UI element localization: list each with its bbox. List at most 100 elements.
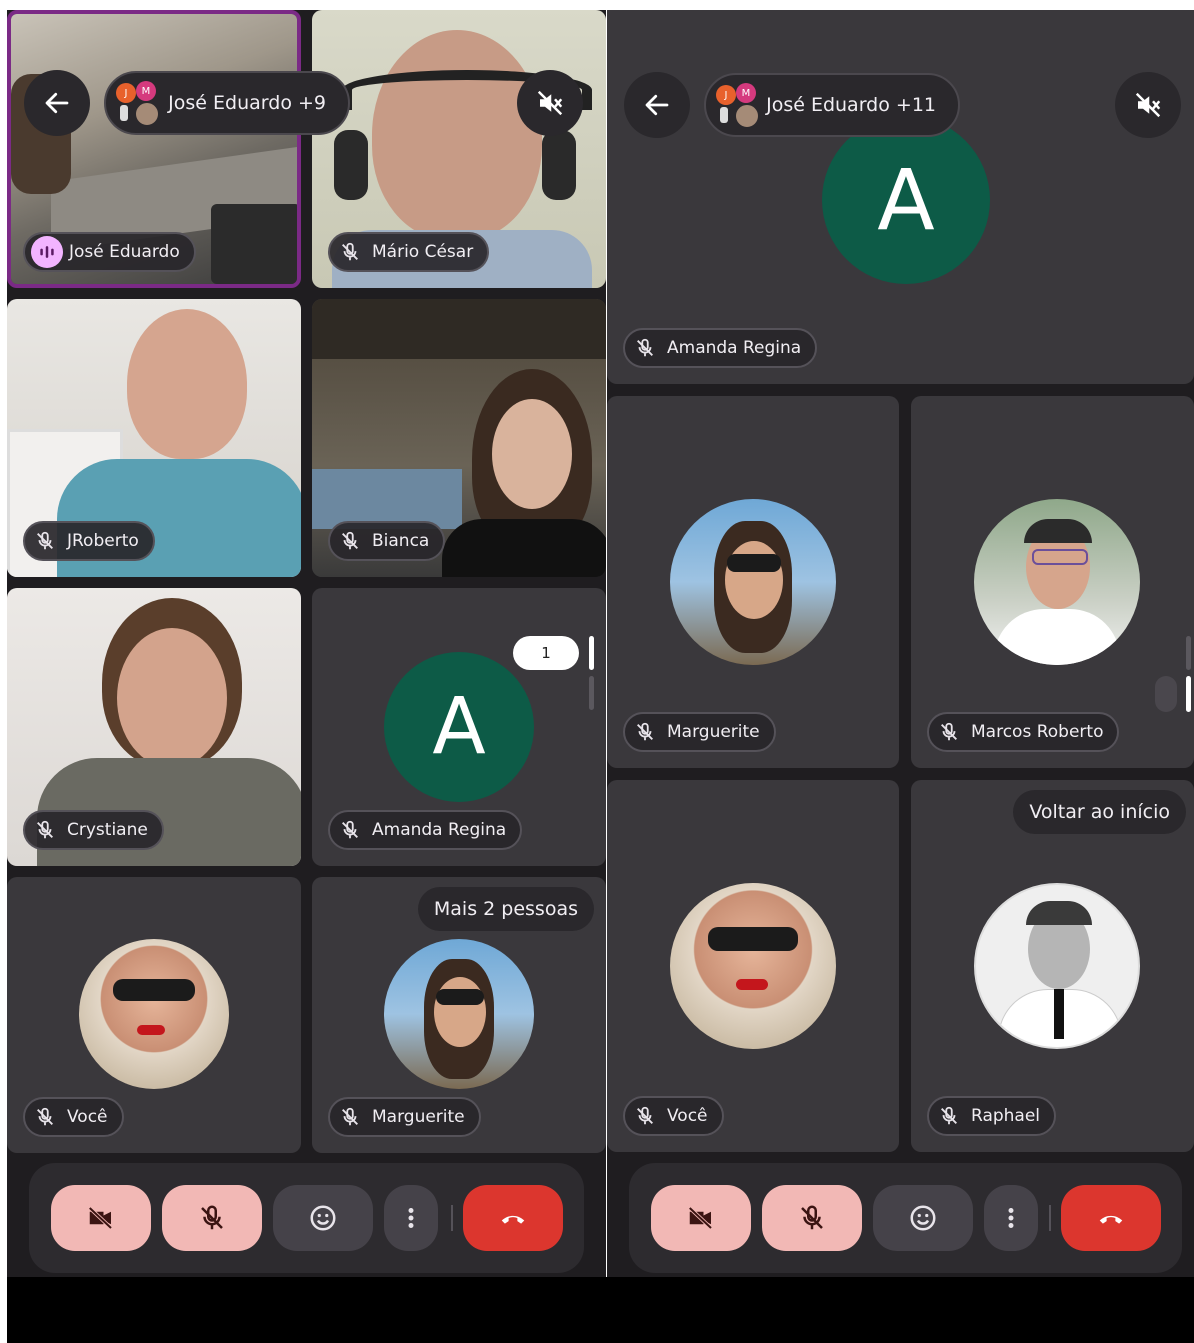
participant-tile-marguerite[interactable]: Mais 2 pessoas Marguerite — [312, 877, 606, 1153]
mini-avatar-photo — [720, 107, 728, 123]
mic-off-icon — [935, 1102, 963, 1130]
mic-off-icon — [935, 718, 963, 746]
participant-name-chip: Crystiane — [23, 810, 164, 850]
participants-pill[interactable]: J M José Eduardo +9 — [104, 71, 350, 135]
mini-avatar: M — [136, 81, 156, 101]
participant-tile-jroberto[interactable]: JRoberto — [7, 299, 301, 577]
letter-avatar: A — [384, 652, 534, 802]
camera-toggle-button[interactable] — [51, 1185, 151, 1251]
controls-divider — [1049, 1205, 1051, 1231]
participant-name-chip: Marcos Roberto — [927, 712, 1120, 752]
participant-name: José Eduardo — [69, 242, 180, 262]
participant-photo — [384, 939, 534, 1089]
participant-tile-voce[interactable]: Você — [607, 780, 899, 1152]
participant-name-chip: José Eduardo — [23, 232, 196, 272]
mic-toggle-button[interactable] — [762, 1185, 862, 1251]
participant-name-chip: Marguerite — [623, 712, 776, 752]
mic-off-icon — [631, 334, 659, 362]
back-button[interactable] — [624, 72, 690, 138]
participant-name-chip: Amanda Regina — [328, 810, 523, 850]
mic-off-icon — [336, 238, 364, 266]
scroll-track — [589, 676, 594, 710]
mic-toggle-button[interactable] — [162, 1185, 262, 1251]
more-options-button[interactable] — [984, 1185, 1038, 1251]
participant-name-chip: Raphael — [927, 1096, 1057, 1136]
participant-tile-voce[interactable]: Você — [7, 877, 301, 1153]
camera-toggle-button[interactable] — [651, 1185, 751, 1251]
camera-off-icon — [88, 1206, 113, 1230]
speaker-muted-button[interactable] — [517, 70, 583, 136]
participant-tile-jose-eduardo[interactable]: José Eduardo — [7, 10, 301, 288]
participant-tile-crystiane[interactable]: Crystiane — [7, 588, 301, 866]
participant-name: Bianca — [372, 531, 430, 551]
participants-pill-label: José Eduardo +9 — [168, 92, 326, 114]
unread-count-badge: 1 — [513, 636, 579, 670]
call-controls-bar — [629, 1163, 1182, 1273]
participant-name-chip: Você — [23, 1097, 124, 1137]
mini-avatar-photo — [134, 101, 160, 127]
mic-off-icon — [336, 1103, 364, 1131]
mic-off-icon — [31, 816, 59, 844]
participant-name: Marcos Roberto — [971, 722, 1104, 742]
emoji-icon — [910, 1205, 936, 1231]
call-end-icon — [501, 1215, 525, 1224]
mini-avatar: M — [736, 83, 756, 103]
mic-off-icon — [31, 1103, 59, 1131]
participant-name: Marguerite — [372, 1107, 465, 1127]
participants-pill-label: José Eduardo +11 — [766, 94, 936, 116]
speaker-muted-button[interactable] — [1115, 72, 1181, 138]
participant-tile-marguerite[interactable]: Marguerite — [607, 396, 899, 768]
participant-photo — [79, 939, 229, 1089]
participant-photo — [670, 883, 836, 1049]
participant-name: Amanda Regina — [372, 820, 507, 840]
more-options-button[interactable] — [384, 1185, 438, 1251]
mic-off-icon — [631, 1102, 659, 1130]
participant-tile-marcos-roberto[interactable]: Marcos Roberto — [911, 396, 1194, 768]
speaking-indicator-icon — [31, 236, 63, 268]
scroll-thumb[interactable] — [1155, 676, 1177, 712]
call-controls-bar — [29, 1163, 584, 1273]
arrow-left-icon — [645, 94, 669, 116]
participant-tile-mario-cesar[interactable]: Mário César — [312, 10, 606, 288]
mic-off-icon — [31, 527, 59, 555]
back-button[interactable] — [24, 70, 90, 136]
speaker-muted-icon — [537, 90, 563, 116]
participant-photo — [974, 499, 1140, 665]
arrow-left-icon — [45, 92, 69, 114]
participant-tile-raphael[interactable]: Voltar ao início Raphael — [911, 780, 1194, 1152]
hang-up-button[interactable] — [463, 1185, 563, 1251]
mic-off-icon — [336, 527, 364, 555]
participant-photo — [670, 499, 836, 665]
participant-mini-avatars: J M — [116, 81, 160, 127]
back-to-start-button[interactable]: Voltar ao início — [1013, 790, 1186, 834]
mini-avatar-photo — [120, 105, 128, 121]
reactions-button[interactable] — [873, 1185, 973, 1251]
hang-up-button[interactable] — [1061, 1185, 1161, 1251]
participant-name-chip: Marguerite — [328, 1097, 481, 1137]
participant-name-chip: Você — [623, 1096, 724, 1136]
participant-name-chip: Mário César — [328, 232, 490, 272]
scroll-indicator[interactable] — [1186, 676, 1191, 712]
mic-off-icon — [631, 718, 659, 746]
controls-divider — [451, 1205, 453, 1231]
emoji-icon — [310, 1205, 336, 1231]
participant-tile-bianca[interactable]: Bianca — [312, 299, 606, 577]
call-end-icon — [1099, 1215, 1123, 1224]
participant-name-chip: Amanda Regina — [623, 328, 818, 368]
participant-photo — [974, 883, 1140, 1049]
mic-off-icon — [201, 1205, 223, 1230]
reactions-button[interactable] — [273, 1185, 373, 1251]
scroll-indicator[interactable] — [589, 636, 594, 670]
letter-avatar: A — [822, 116, 990, 284]
participant-tile-amanda-regina[interactable]: A Amanda Regina — [607, 10, 1194, 384]
mini-avatar-photo — [734, 103, 760, 129]
participants-pill[interactable]: J M José Eduardo +11 — [704, 73, 960, 137]
participant-name: Você — [667, 1106, 708, 1126]
left-call-screen: José Eduardo Mário César J M José Eduard… — [7, 10, 606, 1277]
speaker-muted-icon — [1135, 92, 1161, 118]
participant-name: Você — [67, 1107, 108, 1127]
participant-name: Crystiane — [67, 820, 148, 840]
participant-name: Mário César — [372, 242, 474, 262]
participant-tile-amanda-regina[interactable]: A Amanda Regina — [312, 588, 606, 866]
more-people-tag[interactable]: Mais 2 pessoas — [417, 887, 594, 931]
